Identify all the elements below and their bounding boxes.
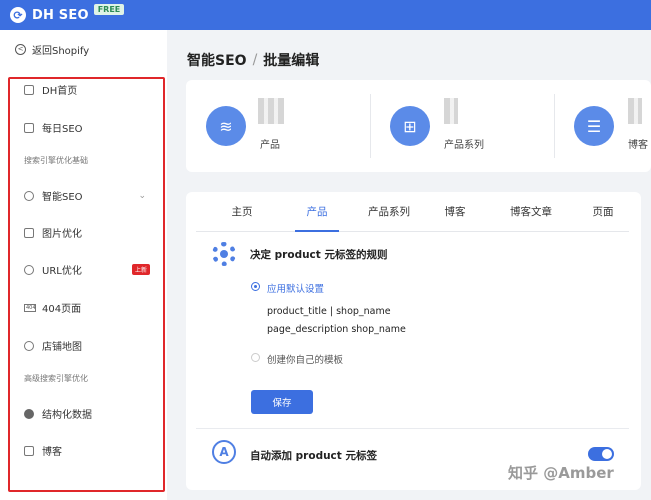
collection-grid-icon: ⊞: [390, 106, 430, 146]
section-advanced-seo: 高级搜索引擎优化: [24, 374, 88, 383]
sidebar-item-label: 图片优化: [42, 229, 82, 240]
breadcrumb-smart-seo[interactable]: 智能SEO: [187, 50, 247, 70]
tab-products[interactable]: 产品: [295, 204, 339, 232]
template-line: product_title | shop_name: [267, 306, 391, 317]
tab-blogs[interactable]: 博客: [438, 204, 472, 232]
highlight-frame: [8, 77, 165, 492]
divider: [196, 428, 629, 429]
page-title: 智能SEO / 批量编辑: [187, 50, 319, 70]
sidebar-item-daily-seo[interactable]: 每日SEO: [24, 120, 156, 135]
sidebar-item-label: URL优化: [42, 266, 82, 277]
section-seo-basics: 搜索引擎优化基础: [24, 156, 88, 165]
auto-add-icon: A: [212, 440, 236, 464]
sidebar-item-404-page[interactable]: 404 404页面: [24, 300, 156, 315]
divider: [370, 94, 371, 158]
back-arrow-icon: <: [15, 44, 26, 55]
tab-home[interactable]: 主页: [224, 204, 260, 232]
sidebar-item-label: DH首页: [42, 86, 78, 97]
sidebar-item-blog[interactable]: 博客: [24, 443, 156, 458]
back-link-label: 返回Shopify: [32, 46, 90, 57]
tab-blog-posts[interactable]: 博客文章: [503, 204, 559, 232]
back-to-shopify-link[interactable]: < 返回Shopify: [15, 42, 89, 57]
auto-add-toggle[interactable]: [588, 447, 614, 461]
rule-title: 决定 product 元标签的规则: [250, 249, 388, 261]
sidebar-item-smart-seo[interactable]: 智能SEO ⌄: [24, 188, 156, 203]
free-badge: FREE: [93, 3, 125, 15]
structured-data-icon: [24, 408, 34, 419]
sidebar-item-label: 每日SEO: [42, 124, 83, 135]
sidebar-item-store-map[interactable]: 店铺地图: [24, 338, 156, 353]
home-icon: [24, 84, 34, 95]
tab-pages[interactable]: 页面: [586, 204, 620, 232]
sidebar-item-url-optimization[interactable]: URL优化 上新: [24, 262, 156, 277]
blurred-count: [444, 98, 458, 124]
404-icon: 404: [24, 303, 36, 312]
stat-label: 产品系列: [444, 140, 484, 151]
top-bar: ⟳ DH SEO FREE: [0, 0, 651, 30]
sidebar-item-image-optimization[interactable]: 图片优化: [24, 225, 156, 240]
app-logo-text: DH SEO: [32, 7, 89, 23]
option-default-label[interactable]: 应用默认设置: [267, 281, 324, 295]
rules-card: 主页 产品 产品系列 博客 博客文章 页面 决定 product 元标签的规则 …: [186, 192, 641, 490]
stat-label: 博客: [628, 140, 648, 151]
smart-seo-icon: [24, 190, 34, 201]
tab-collections[interactable]: 产品系列: [360, 204, 418, 232]
radio-custom[interactable]: [251, 353, 260, 362]
tab-bar: 主页 产品 产品系列 博客 博客文章 页面: [196, 204, 629, 232]
option-custom-label[interactable]: 创建你自己的模板: [267, 352, 343, 366]
sidebar-item-structured-data[interactable]: 结构化数据: [24, 406, 156, 421]
sidebar-item-label: 404页面: [42, 304, 82, 315]
calendar-icon: [24, 122, 34, 133]
sidebar: < 返回Shopify DH首页 每日SEO 搜索引擎优化基础 智能SEO ⌄ …: [0, 30, 167, 500]
chevron-down-icon: ⌄: [138, 190, 146, 201]
sidebar-item-label: 智能SEO: [42, 192, 83, 203]
stat-label: 产品: [260, 140, 280, 151]
blog-list-icon: ☰: [574, 106, 614, 146]
logo-icon: ⟳: [10, 7, 26, 23]
watermark: 知乎 @Amber: [508, 464, 614, 482]
map-pin-icon: [24, 340, 34, 351]
radio-default[interactable]: [251, 282, 260, 291]
stat-blogs[interactable]: ☰: [574, 80, 614, 172]
sidebar-item-label: 博客: [42, 447, 62, 458]
divider: [554, 94, 555, 158]
auto-add-label: 自动添加 product 元标签: [250, 450, 377, 462]
blurred-count: [628, 98, 642, 124]
layers-icon: ≋: [206, 106, 246, 146]
image-icon: [24, 227, 34, 238]
gear-icon: [212, 242, 236, 266]
sidebar-item-label: 结构化数据: [42, 410, 92, 421]
new-badge: 上新: [131, 264, 150, 275]
sidebar-item-home[interactable]: DH首页: [24, 82, 156, 97]
breadcrumb-bulk-edit: 批量编辑: [263, 53, 320, 69]
grid-icon: [24, 445, 34, 456]
stat-products[interactable]: ≋: [206, 80, 246, 172]
breadcrumb-separator: /: [252, 52, 258, 68]
sidebar-item-label: 店铺地图: [42, 342, 82, 353]
save-button[interactable]: 保存: [251, 390, 313, 414]
template-line: page_description shop_name: [267, 324, 406, 335]
stats-card: ≋ 产品 ⊞ 产品系列 ☰ 博客: [186, 80, 651, 172]
stat-collections[interactable]: ⊞: [390, 80, 430, 172]
blurred-count: [258, 98, 284, 124]
link-icon: [24, 264, 34, 275]
